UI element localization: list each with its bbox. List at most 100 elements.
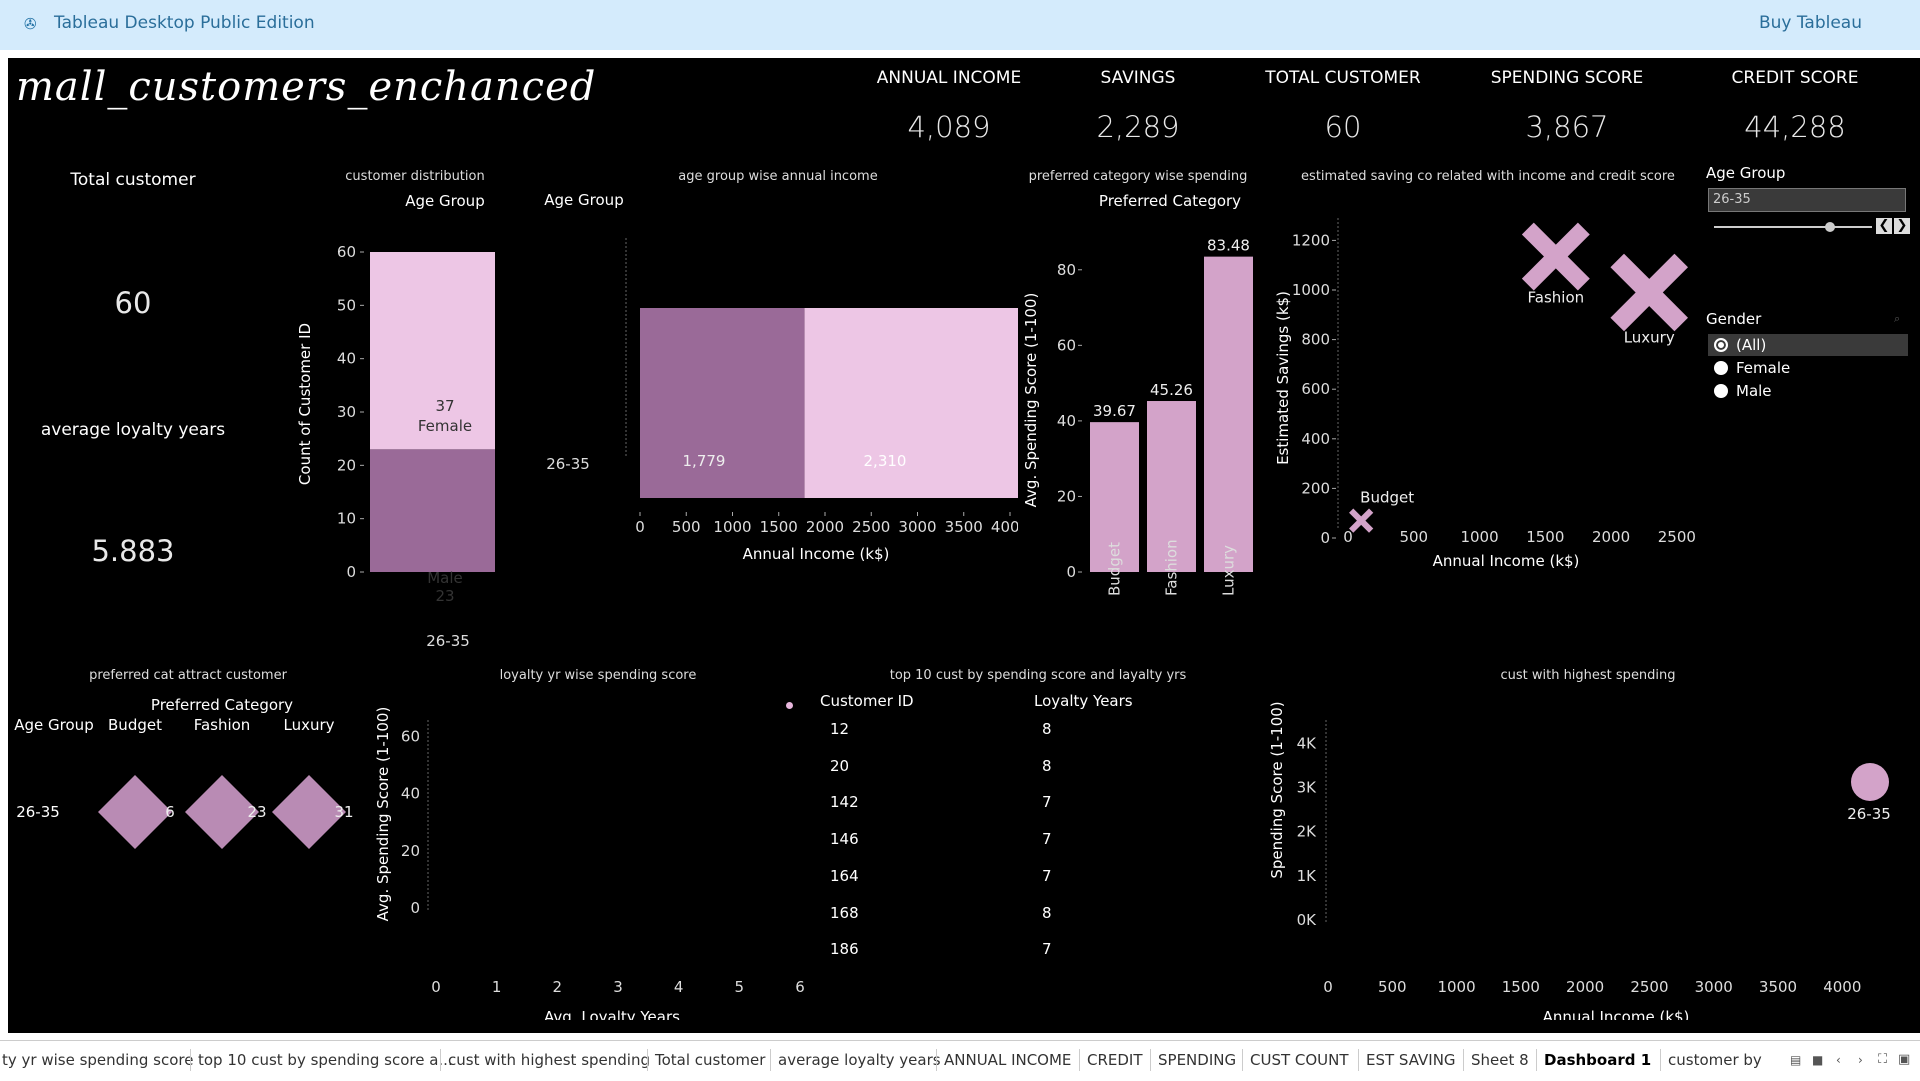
kpi-credit-score-label: CREDIT SCORE [1731, 68, 1859, 88]
x-tick-label: 2000 [1566, 978, 1604, 996]
sheet-tab[interactable]: average loyalty years [778, 1051, 941, 1069]
scroll-left-icon[interactable]: ‹ [1836, 1053, 1841, 1067]
x-axis-title: Annual Income (k$) [1543, 1008, 1690, 1020]
point-label: 26-35 [1847, 805, 1891, 823]
column-header: Preferred Category [1099, 192, 1241, 210]
bar-female-income[interactable] [804, 308, 1018, 498]
gender-option-female[interactable]: Female [1708, 357, 1908, 379]
x-tick-label: 500 [1399, 528, 1428, 546]
gender-option-label: (All) [1736, 336, 1767, 354]
x-tick-label: 500 [672, 518, 701, 536]
data-label: 23 [247, 803, 266, 821]
sheet-tab[interactable]: CUST COUNT [1250, 1051, 1349, 1069]
x-tick-label: 2000 [806, 518, 844, 536]
sheet-tab[interactable]: SPENDING [1158, 1051, 1236, 1069]
scroll-right-icon[interactable]: › [1858, 1053, 1863, 1067]
total-customer-value: 60 [114, 286, 152, 320]
cell-loyalty-years: 7 [1042, 940, 1052, 959]
x-tick-label: 500 [1378, 978, 1407, 996]
cell-customer-id: 168 [830, 903, 859, 922]
sheet-tab[interactable]: CREDIT [1087, 1051, 1143, 1069]
presentation-icon[interactable]: ▣ [1898, 1052, 1910, 1067]
sheet-tab[interactable]: ANNUAL INCOME [944, 1051, 1071, 1069]
y-axis-title: Avg. Spending Score (1-100) [1022, 293, 1040, 508]
app-titlebar: ✇ Tableau Desktop Public Edition Buy Tab… [0, 0, 1920, 50]
data-label-female-count: 37 [435, 397, 454, 415]
x-axis-title: Annual Income (k$) [1433, 552, 1580, 570]
tab-divider [190, 1049, 191, 1071]
y-tick-label: 1000 [1292, 281, 1330, 299]
gender-option-male[interactable]: Male [1708, 380, 1908, 402]
data-label-male-count: 23 [435, 587, 454, 605]
x-tick-label: 1000 [713, 518, 751, 536]
sheet-title-cat-attract: preferred cat attract customer [89, 668, 287, 683]
x-tick-label: 1500 [1502, 978, 1540, 996]
bar-luxury[interactable] [1204, 256, 1253, 572]
tab-divider [1463, 1049, 1464, 1071]
table-row[interactable]: 12 8 [820, 720, 1220, 744]
row-header: Age Group [544, 191, 623, 209]
table-row[interactable]: 164 7 [820, 867, 1220, 891]
diamond-budget[interactable] [98, 775, 172, 849]
data-label: 31 [334, 803, 353, 821]
age-group-slider-thumb[interactable] [1825, 222, 1835, 232]
gender-option-all[interactable]: (All) [1708, 334, 1908, 356]
x-tick-label: 3000 [898, 518, 936, 536]
filmstrip-view-icon[interactable]: ▤ [1790, 1053, 1801, 1067]
point-luxury[interactable] [1610, 253, 1689, 332]
sheet-tab[interactable]: EST SAVING [1366, 1051, 1456, 1069]
x-tick-label: 0 [1323, 978, 1333, 996]
legend-dot-icon [786, 702, 793, 709]
kpi-spending-score-label: SPENDING SCORE [1490, 68, 1644, 88]
table-row[interactable]: 186 7 [820, 940, 1220, 964]
y-tick-label: 0 [346, 563, 356, 581]
pin-icon[interactable]: ✇ [24, 15, 37, 33]
y-tick-label: 60 [401, 727, 420, 745]
y-tick-label: 0 [410, 899, 420, 917]
sheet-tab[interactable]: Sheet 8 [1471, 1051, 1529, 1069]
data-label: 83.48 [1207, 237, 1250, 255]
bar-male[interactable] [370, 449, 495, 572]
sheet-title-category-spending: preferred category wise spending [1028, 169, 1248, 184]
search-icon[interactable]: ⌕ [1894, 312, 1900, 326]
gender-option-label: Female [1736, 359, 1791, 377]
sheet-tab[interactable]: top 10 cust by spending score a... [198, 1051, 453, 1069]
fullscreen-icon[interactable]: ⛶ [1878, 1052, 1887, 1067]
sheet-tab[interactable]: customer by [1668, 1051, 1762, 1069]
sheet-sorter-icon[interactable]: ■ [1812, 1053, 1823, 1067]
y-tick-label: 0 [1066, 563, 1076, 581]
data-label-male: Male [427, 569, 463, 587]
x-tick-label: 5 [735, 978, 745, 996]
table-row[interactable]: 146 7 [820, 830, 1220, 854]
age-group-filter-field[interactable]: 26-35 [1708, 188, 1906, 212]
point-budget[interactable] [1349, 508, 1374, 533]
x-tick-label: 3500 [945, 518, 983, 536]
y-axis-title: Estimated Savings (k$) [1274, 291, 1292, 465]
buy-tableau-link[interactable]: Buy Tableau [1759, 13, 1862, 33]
age-group-slider-track[interactable] [1714, 226, 1872, 228]
sheet-title-highest-spending: cust with highest spending [1500, 668, 1676, 683]
column-header: Preferred Category [151, 696, 293, 714]
y-tick-label: 20 [1057, 487, 1076, 505]
point-bubble[interactable] [1851, 763, 1889, 801]
x-tick-label: 4 [674, 978, 684, 996]
table-row[interactable]: 168 8 [820, 904, 1220, 928]
sheet-tab[interactable]: ty yr wise spending score [2, 1051, 193, 1069]
row-label-26-35: 26-35 [546, 455, 590, 473]
slider-next-button[interactable]: ❯ [1894, 218, 1910, 234]
y-tick-label: 3K [1297, 778, 1318, 796]
table-row[interactable]: 20 8 [820, 757, 1220, 781]
sheet-title-loyalty-spending: loyalty yr wise spending score [499, 668, 697, 683]
sheet-tab[interactable]: Dashboard 1 [1544, 1051, 1651, 1069]
sheet-tab[interactable]: Total customer [655, 1051, 765, 1069]
x-axis-title: Avg. Loyalty Years [544, 1008, 680, 1020]
y-tick-label: 40 [1057, 412, 1076, 430]
y-tick-label: 30 [337, 403, 356, 421]
slider-prev-button[interactable]: ❮ [1876, 218, 1892, 234]
table-row[interactable]: 142 7 [820, 793, 1220, 817]
point-fashion[interactable] [1521, 222, 1590, 291]
age-group-filter-value: 26-35 [1713, 192, 1751, 207]
y-tick-label: 10 [337, 510, 356, 528]
y-tick-label: 20 [401, 842, 420, 860]
sheet-tab[interactable]: cust with highest spending [448, 1051, 650, 1069]
